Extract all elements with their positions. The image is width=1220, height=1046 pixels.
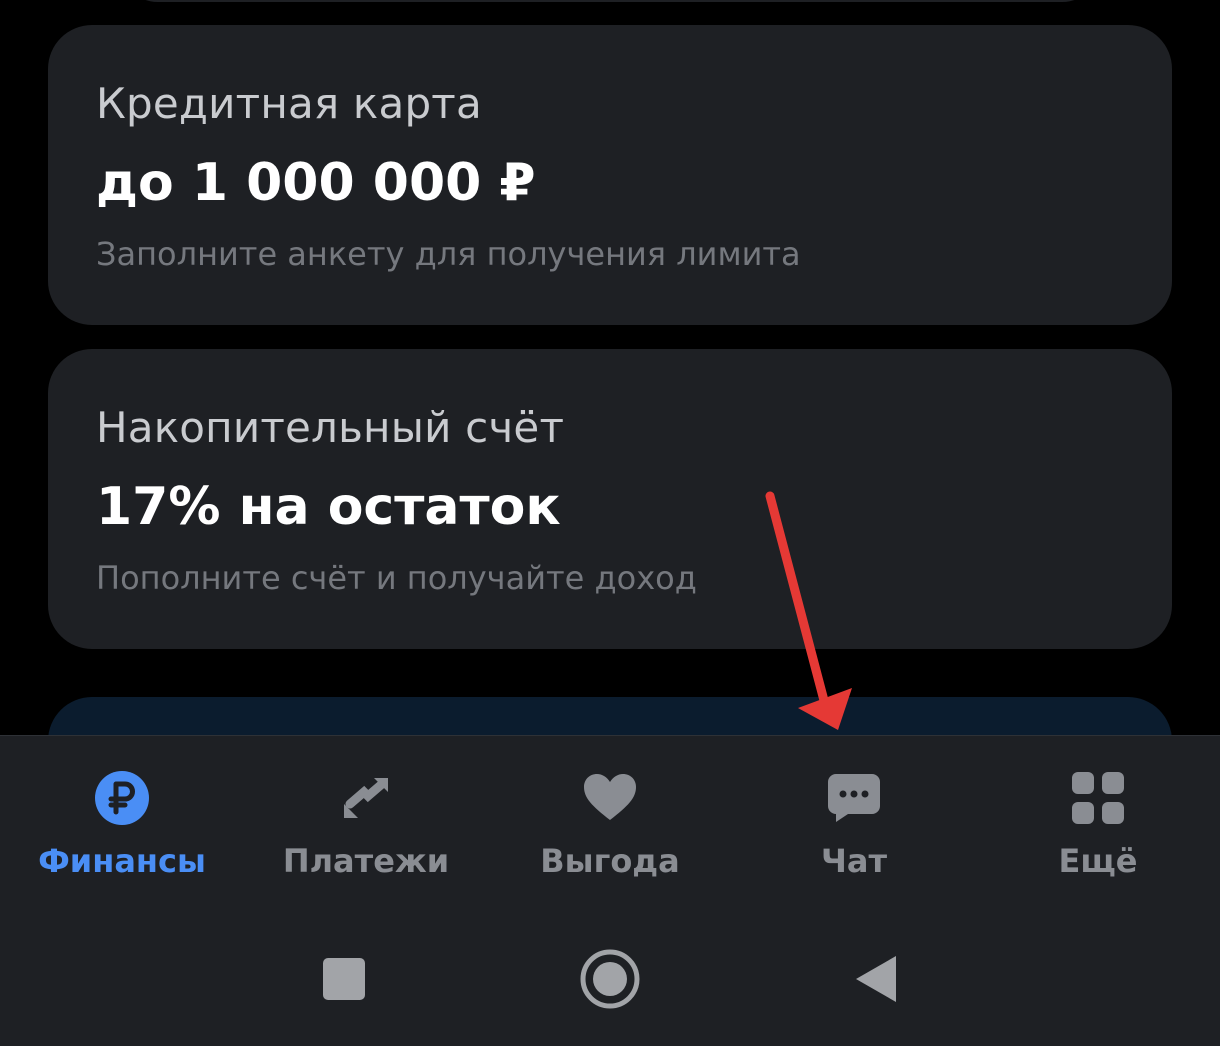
tab-finances-label: Финансы — [38, 842, 206, 880]
credit-card-limit: до 1 000 000 ₽ — [96, 153, 536, 213]
tab-more-label: Ещё — [1058, 842, 1138, 880]
tab-payments-label: Платежи — [282, 842, 450, 880]
credit-card-offer[interactable]: Кредитная карта до 1 000 000 ₽ Заполните… — [48, 25, 1172, 325]
ruble-icon — [95, 771, 149, 825]
savings-account-title: Накопительный счёт — [96, 403, 565, 452]
credit-card-subtitle: Заполните анкету для получения лимита — [96, 235, 801, 273]
home-icon[interactable] — [575, 944, 645, 1014]
tab-chat[interactable]: Чат — [732, 736, 976, 911]
chat-bubble-icon — [828, 774, 880, 822]
back-icon[interactable] — [842, 944, 912, 1014]
system-navigation-bar — [0, 910, 1220, 1046]
savings-account-offer[interactable]: Накопительный счёт 17% на остаток Пополн… — [48, 349, 1172, 649]
tab-finances[interactable]: Финансы — [0, 736, 244, 911]
app-screen: Кредитная карта до 1 000 000 ₽ Заполните… — [0, 0, 1220, 1046]
credit-card-title: Кредитная карта — [96, 79, 482, 128]
tab-payments[interactable]: Платежи — [244, 736, 488, 911]
grid-icon — [1072, 772, 1124, 824]
recents-icon[interactable] — [309, 944, 379, 1014]
tab-benefits[interactable]: Выгода — [488, 736, 732, 911]
tab-benefits-label: Выгода — [540, 842, 680, 880]
bottom-tab-bar: Финансы Платежи Выгода Чат Ещё — [0, 735, 1220, 911]
heart-icon — [584, 774, 636, 820]
tab-more[interactable]: Ещё — [976, 736, 1220, 911]
transfer-arrows-icon — [344, 778, 388, 818]
savings-account-rate: 17% на остаток — [96, 477, 561, 537]
tab-chat-label: Чат — [821, 842, 887, 880]
previous-card-edge — [118, 0, 1102, 2]
savings-account-subtitle: Пополните счёт и получайте доход — [96, 559, 697, 597]
